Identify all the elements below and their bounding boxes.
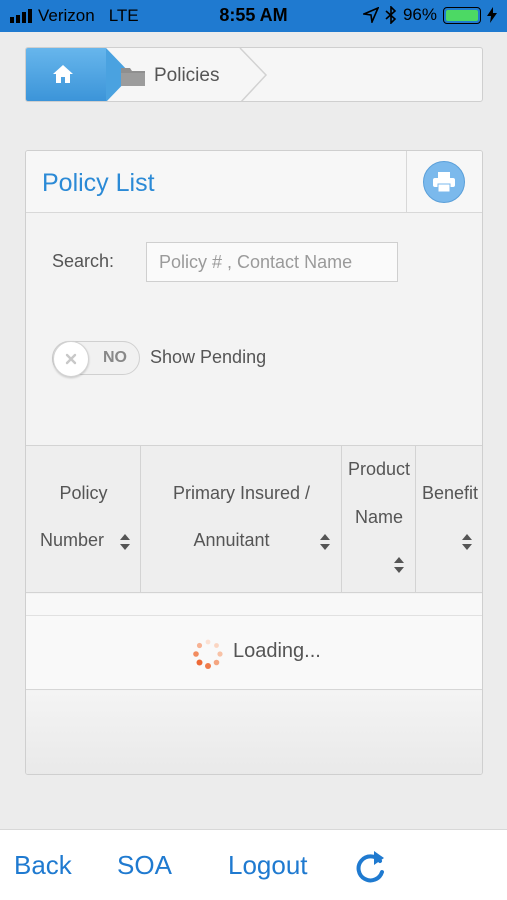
loading-text: Loading... <box>233 640 321 662</box>
print-cell <box>406 151 482 213</box>
panel-footer <box>26 691 482 774</box>
battery-percent: 96% <box>402 5 437 24</box>
sort-icon <box>120 534 130 550</box>
column-policy-number[interactable]: Policy Number <box>26 446 141 593</box>
sort-icon <box>462 534 472 550</box>
soa-link[interactable]: SOA <box>117 850 172 881</box>
sort-icon <box>394 557 404 573</box>
breadcrumb: Policies <box>25 47 483 102</box>
refresh-icon[interactable] <box>352 848 388 886</box>
toggle-knob[interactable] <box>53 341 89 377</box>
table-header: Policy Number Primary Insured / Annuitan… <box>26 445 482 593</box>
column-primary-insured[interactable]: Primary Insured / Annuitant <box>141 446 342 593</box>
status-right: 96% <box>362 5 497 25</box>
breadcrumb-policies[interactable]: Policies <box>120 48 220 101</box>
breadcrumb-home[interactable] <box>26 48 106 101</box>
column-label-line1: Product <box>347 459 411 479</box>
loading-spinner-icon <box>193 639 223 669</box>
folder-icon <box>121 67 145 86</box>
column-label-line1: Policy <box>59 483 108 503</box>
breadcrumb-policies-label: Policies <box>154 64 220 86</box>
close-icon <box>65 353 77 365</box>
column-label-line2: Name <box>354 507 403 527</box>
charging-icon <box>487 7 497 23</box>
policy-list-panel: Policy List Search: NO Show Pending Poli… <box>25 150 483 775</box>
column-label-line2: Number <box>39 530 105 550</box>
back-link[interactable]: Back <box>14 850 72 881</box>
home-icon <box>53 65 73 83</box>
logout-link[interactable]: Logout <box>228 850 308 881</box>
column-product-name[interactable]: Product Name <box>342 446 416 593</box>
column-benefit[interactable]: Benefit <box>416 446 482 593</box>
status-bar: Verizon LTE 8:55 AM 96% <box>0 0 507 32</box>
breadcrumb-separator <box>239 48 268 101</box>
bottom-nav: Back SOA Logout <box>0 829 507 900</box>
loading-row: Loading... <box>26 616 482 690</box>
table-spacer-row <box>26 594 482 616</box>
panel-header: Policy List <box>26 151 482 213</box>
show-pending-toggle[interactable]: NO <box>52 341 140 377</box>
search-input[interactable] <box>146 242 398 282</box>
location-icon <box>362 7 379 23</box>
search-label: Search: <box>52 251 115 271</box>
show-pending-label: Show Pending <box>150 347 267 367</box>
column-label-line2: Annuitant <box>193 530 270 550</box>
sort-icon <box>320 534 330 550</box>
bluetooth-icon <box>385 6 397 24</box>
column-label-line1: Benefit <box>421 483 479 503</box>
column-label-line1: Primary Insured / <box>172 483 311 503</box>
battery-icon <box>443 6 481 24</box>
toggle-state-text: NO <box>103 349 127 366</box>
page-title: Policy List <box>42 169 155 197</box>
print-button[interactable] <box>423 161 465 203</box>
print-icon <box>433 172 455 193</box>
